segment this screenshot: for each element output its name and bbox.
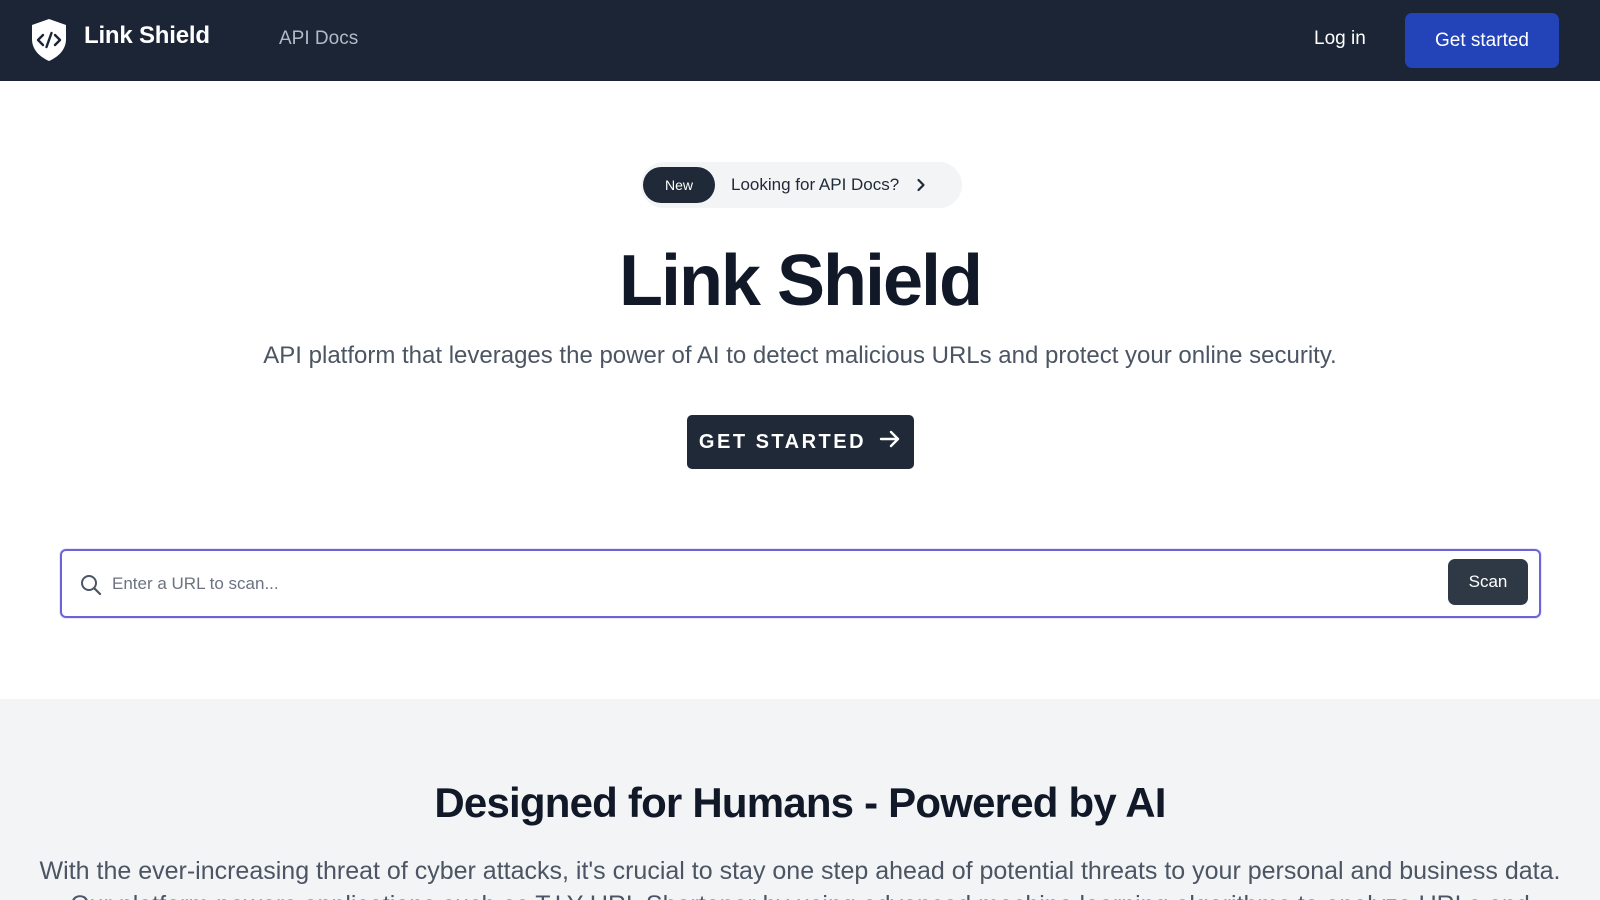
brand-name[interactable]: Link Shield [84,22,210,50]
hero-subtitle: API platform that leverages the power of… [263,342,1337,369]
login-link[interactable]: Log in [1314,28,1366,50]
announcement-text: Looking for API Docs? [731,175,900,194]
announcement-pill[interactable]: New Looking for API Docs? [641,162,962,208]
scan-button[interactable]: Scan [1448,559,1528,605]
hero-title: Link Shield [618,241,983,321]
get-started-nav-button[interactable]: Get started [1405,13,1559,68]
features-section: Designed for Humans - Powered by AI With… [0,699,1600,900]
nav-link-api-docs[interactable]: API Docs [279,28,358,50]
url-scan-bar: Scan [60,549,1541,618]
url-input[interactable] [112,565,1402,603]
new-badge: New [643,167,715,203]
features-description: With the ever-increasing threat of cyber… [39,857,1561,900]
chevron-right-icon [913,177,929,193]
get-started-hero-button[interactable]: GET STARTED [687,415,914,469]
get-started-hero-label: GET STARTED [698,430,867,453]
top-navbar: Link Shield API Docs Log in Get started [0,0,1600,81]
shield-code-icon[interactable] [28,17,70,63]
features-title: Designed for Humans - Powered by AI [434,779,1166,826]
search-icon [79,573,103,597]
arrow-right-icon [866,428,902,456]
